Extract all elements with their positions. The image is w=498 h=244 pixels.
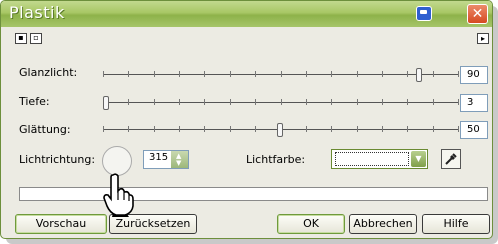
eyedropper-button[interactable]: [441, 149, 461, 169]
slider-tick: [357, 99, 358, 105]
slider-tick: [230, 126, 231, 132]
slider-tick: [154, 126, 155, 132]
highlight-label: Glanzlicht:: [19, 66, 78, 79]
light-direction-value: 315: [149, 152, 169, 163]
slider-tick: [407, 71, 408, 77]
title-bar[interactable]: Plastik ✕: [1, 1, 492, 27]
slider-tick: [306, 71, 307, 77]
slider-tick: [230, 99, 231, 105]
light-color-swatch: [335, 152, 409, 166]
slider-tick: [331, 71, 332, 77]
light-color-dropdown[interactable]: ▼: [331, 149, 428, 169]
slider-tick: [179, 71, 180, 77]
slider-tick: [306, 99, 307, 105]
slider-tick: [255, 71, 256, 77]
spinner-arrows[interactable]: ▲ ▼: [171, 151, 188, 168]
slider-tick: [458, 126, 459, 132]
smoothing-value-field[interactable]: 50: [460, 121, 488, 139]
help-button[interactable]: Hilfe: [422, 214, 490, 234]
slider-tick: [204, 126, 205, 132]
hand-cursor-icon: [103, 173, 134, 217]
slider-tick: [128, 71, 129, 77]
slider-tick: [281, 99, 282, 105]
reset-button[interactable]: Zurücksetzen: [109, 214, 197, 234]
depth-label: Tiefe:: [19, 95, 50, 108]
slider-tick: [103, 126, 104, 132]
smoothing-slider[interactable]: [103, 122, 459, 138]
cancel-button[interactable]: Abbrechen: [349, 214, 417, 234]
window-icon[interactable]: [416, 6, 432, 21]
slider-tick: [204, 71, 205, 77]
light-color-label: Lichtfarbe:: [246, 153, 306, 166]
layout-icon[interactable]: ▫: [30, 33, 42, 44]
preview-button[interactable]: Vorschau: [15, 214, 107, 234]
eyedropper-icon: [445, 153, 457, 165]
slider-tick: [331, 99, 332, 105]
slider-tick: [433, 99, 434, 105]
slider-tick: [154, 99, 155, 105]
slider-tick: [179, 126, 180, 132]
slider-tick: [433, 126, 434, 132]
depth-slider[interactable]: [103, 95, 459, 111]
slider-tick: [331, 126, 332, 132]
dialog-window: Plastik ✕ ▪ ▫ ▸ Glanzlicht: 90 Tiefe: 3 …: [0, 0, 493, 239]
slider-thumb[interactable]: [416, 68, 422, 82]
slider-tick: [382, 71, 383, 77]
progress-bar: [19, 187, 488, 201]
slider-tick: [357, 126, 358, 132]
light-direction-dial[interactable]: [102, 146, 132, 176]
slider-tick: [154, 71, 155, 77]
slider-tick: [458, 99, 459, 105]
smoothing-label: Glättung:: [19, 123, 71, 136]
slider-tick: [306, 126, 307, 132]
window-title: Plastik: [9, 3, 65, 22]
slider-tick: [407, 99, 408, 105]
slider-tick: [407, 126, 408, 132]
slider-tick: [128, 99, 129, 105]
panel-icon[interactable]: ▪: [15, 33, 27, 44]
slider-thumb[interactable]: [103, 96, 109, 110]
slider-tick: [382, 99, 383, 105]
slider-tick: [255, 126, 256, 132]
slider-tick: [103, 71, 104, 77]
slider-tick: [230, 71, 231, 77]
slider-tick: [179, 99, 180, 105]
expand-arrow-icon[interactable]: ▸: [477, 33, 489, 44]
light-direction-spinner[interactable]: 315 ▲ ▼: [143, 150, 189, 169]
slider-tick: [281, 71, 282, 77]
slider-tick: [204, 99, 205, 105]
depth-value-field[interactable]: 3: [460, 94, 488, 112]
ok-button[interactable]: OK: [277, 214, 345, 234]
light-direction-label: Lichtrichtung:: [19, 153, 96, 166]
slider-tick: [357, 71, 358, 77]
chevron-down-icon[interactable]: ▼: [411, 151, 426, 167]
highlight-value-field[interactable]: 90: [460, 66, 488, 84]
slider-tick: [458, 71, 459, 77]
slider-tick: [255, 99, 256, 105]
slider-tick: [382, 126, 383, 132]
close-button[interactable]: ✕: [467, 4, 488, 24]
slider-thumb[interactable]: [277, 123, 283, 137]
highlight-slider[interactable]: [103, 67, 459, 83]
slider-tick: [128, 126, 129, 132]
slider-tick: [433, 71, 434, 77]
spinner-down-icon[interactable]: ▼: [176, 160, 181, 167]
